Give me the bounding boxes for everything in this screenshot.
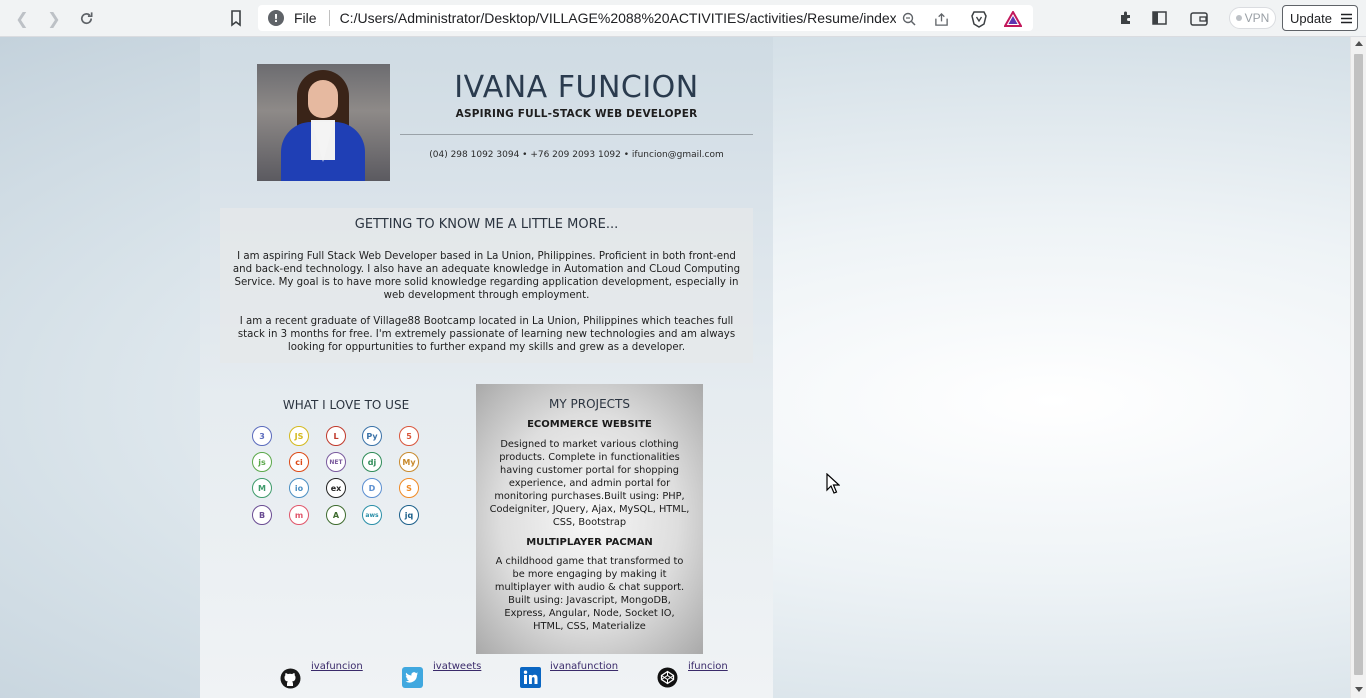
bookmark-icon[interactable]: [226, 8, 246, 28]
extensions-icon[interactable]: [1116, 8, 1136, 28]
github-link[interactable]: ivafuncion: [311, 661, 363, 672]
url-divider: [328, 10, 330, 26]
about-paragraph-1: I am aspiring Full Stack Web Developer b…: [232, 251, 741, 301]
twitter-icon[interactable]: [402, 667, 423, 688]
nodejs-icon: js: [252, 452, 272, 472]
share-icon[interactable]: [932, 10, 950, 28]
project-1-name: ECOMMERCE WEBSITE: [527, 419, 652, 430]
sidebar-icon[interactable]: [1149, 8, 1169, 28]
python-icon: Py: [362, 426, 382, 446]
back-icon[interactable]: ❮: [10, 6, 34, 30]
scroll-thumb[interactable]: [1354, 54, 1363, 675]
dotnet-icon: NET: [326, 452, 346, 472]
angular-icon: A: [326, 505, 346, 525]
about-title: GETTING TO KNOW ME A LITTLE MORE...: [354, 217, 619, 232]
zoom-icon[interactable]: [900, 10, 918, 28]
codepen-icon[interactable]: [657, 667, 678, 688]
about-section: GETTING TO KNOW ME A LITTLE MORE... I am…: [220, 208, 753, 363]
express-icon: ex: [326, 478, 346, 498]
tools-title: WHAT I LOVE TO USE: [282, 398, 410, 412]
about-paragraph-2: I am a recent graduate of Village88 Boot…: [237, 316, 736, 353]
browser-toolbar: ❮ ❯ ! File C:/Users/Administrator/Deskto…: [0, 0, 1366, 37]
scroll-up-icon[interactable]: [1355, 41, 1363, 46]
project-1-description: Designed to market various clothing prod…: [489, 439, 690, 528]
linkedin-icon[interactable]: [520, 667, 541, 688]
linkedin-link[interactable]: ivanafunction: [550, 661, 618, 672]
vpn-status-dot: [1235, 15, 1242, 21]
mouse-cursor-icon: [826, 472, 841, 498]
vpn-label: VPN: [1244, 11, 1270, 25]
docker-icon: D: [362, 478, 382, 498]
url-scheme: File: [294, 10, 317, 26]
vertical-scrollbar[interactable]: [1350, 37, 1366, 698]
swift-icon: S: [399, 478, 419, 498]
resume-tagline: ASPIRING FULL-STACK WEB DEVELOPER: [455, 108, 698, 120]
address-bar[interactable]: ! File C:/Users/Administrator/Desktop/VI…: [258, 5, 1033, 31]
update-button[interactable]: Update: [1282, 5, 1358, 31]
projects-title: MY PROJECTS: [549, 397, 630, 411]
bootstrap-icon: B: [252, 505, 272, 525]
brave-rewards-icon[interactable]: [1004, 10, 1022, 28]
resume-column: IVANA FUNCION ASPIRING FULL-STACK WEB DE…: [200, 37, 773, 698]
django-icon: dj: [362, 452, 382, 472]
brave-shields-icon[interactable]: [970, 10, 988, 28]
codeigniter-icon: ci: [289, 452, 309, 472]
socketio-icon: io: [289, 478, 309, 498]
forward-icon[interactable]: ❯: [42, 6, 66, 30]
contact-info: (04) 298 1092 3094 • +76 209 2093 1092 •…: [429, 150, 724, 160]
reload-icon[interactable]: [74, 6, 98, 30]
mongodb-icon: M: [252, 478, 272, 498]
mysql-icon: My: [399, 452, 419, 472]
javascript-icon: JS: [289, 426, 309, 446]
aws-icon: aws: [362, 505, 382, 525]
laravel-icon: L: [326, 426, 346, 446]
resume-name: IVANA FUNCION: [454, 70, 699, 105]
github-icon[interactable]: [280, 668, 301, 689]
project-2-name: MULTIPLAYER PACMAN: [526, 537, 653, 548]
twitter-link[interactable]: ivatweets: [433, 661, 481, 672]
update-label: Update: [1290, 10, 1332, 26]
wallet-icon[interactable]: [1189, 8, 1209, 28]
header-divider: [400, 134, 753, 135]
codepen-link[interactable]: ifuncion: [688, 661, 728, 672]
vpn-button[interactable]: VPN: [1229, 7, 1276, 29]
jquery-icon: jq: [399, 505, 419, 525]
project-2-description: A childhood game that transformed to be …: [494, 556, 685, 632]
materialize-icon: m: [289, 505, 309, 525]
profile-photo: [257, 64, 390, 181]
css3-icon: 3: [252, 426, 272, 446]
site-info-icon[interactable]: !: [268, 10, 284, 26]
scroll-down-icon[interactable]: [1355, 687, 1363, 692]
page-viewport: IVANA FUNCION ASPIRING FULL-STACK WEB DE…: [0, 37, 1350, 698]
menu-icon: [1340, 13, 1352, 23]
html5-icon: 5: [399, 426, 419, 446]
projects-section: MY PROJECTS ECOMMERCE WEBSITE Designed t…: [476, 384, 703, 654]
url-text[interactable]: C:/Users/Administrator/Desktop/VILLAGE%2…: [340, 10, 896, 26]
